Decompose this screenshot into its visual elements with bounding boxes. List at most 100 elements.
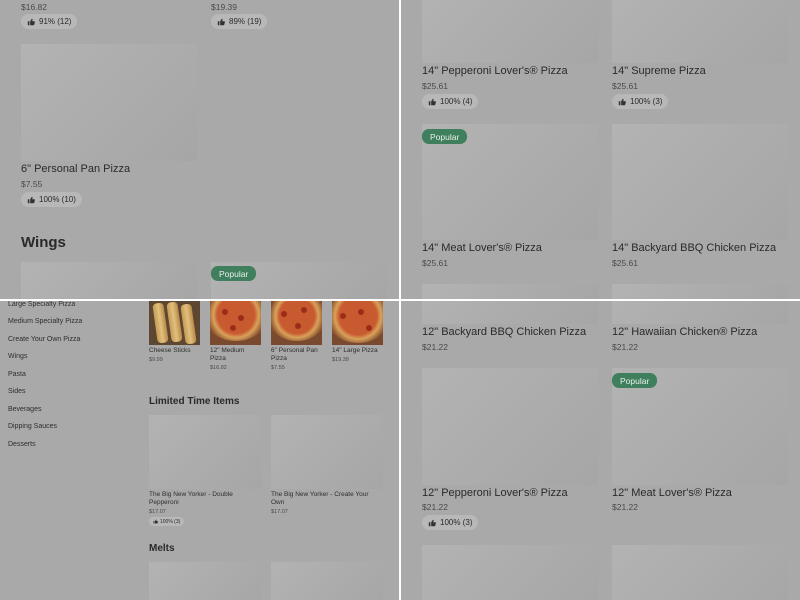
rating-text: 91% (12) bbox=[39, 17, 72, 26]
item-price: $21.22 bbox=[612, 502, 638, 512]
item-image[interactable] bbox=[612, 124, 788, 240]
personal-pan-pizza-image[interactable] bbox=[271, 301, 322, 345]
rating-pill: 100% (3) bbox=[422, 515, 479, 530]
pepperoni-shape bbox=[340, 313, 346, 319]
popular-badge: Popular bbox=[612, 373, 658, 388]
item-price: $25.61 bbox=[422, 81, 448, 91]
item-name[interactable]: Cheese Sticks bbox=[149, 347, 201, 355]
thumbs-up-icon bbox=[27, 196, 35, 203]
pizza-shape bbox=[332, 301, 383, 343]
item-name[interactable]: 12" Backyard BBQ Chicken Pizza bbox=[422, 326, 586, 338]
thumbs-up-icon bbox=[428, 519, 436, 526]
stick-shape bbox=[180, 303, 197, 345]
item-price: $9.99 bbox=[149, 357, 163, 363]
rating-pill: 89% (19) bbox=[211, 14, 268, 29]
bottom-left-panel: Large Specialty Pizza Medium Specialty P… bbox=[0, 301, 399, 600]
thumbs-up-icon bbox=[618, 98, 626, 105]
rating-text: 100% (10) bbox=[39, 195, 76, 204]
rating-text: 89% (19) bbox=[229, 17, 262, 26]
horizontal-divider bbox=[0, 299, 800, 301]
item-image[interactable] bbox=[271, 562, 383, 600]
large-pizza-image[interactable] bbox=[332, 301, 383, 345]
section-title-wings: Wings bbox=[21, 234, 66, 251]
pepperoni-shape bbox=[238, 315, 244, 321]
item-price: $17.07 bbox=[149, 509, 166, 515]
item-image[interactable] bbox=[422, 368, 598, 485]
item-name[interactable]: 6" Personal Pan Pizza bbox=[271, 347, 323, 363]
item-name[interactable]: The Big New Yorker - Double Pepperoni bbox=[149, 491, 259, 507]
thumbs-up-icon bbox=[428, 98, 436, 105]
item-image[interactable] bbox=[422, 284, 598, 299]
rating-text: 100% (4) bbox=[440, 97, 473, 106]
rating-text: 100% (3) bbox=[440, 518, 473, 527]
rating-pill: 100% (10) bbox=[21, 192, 82, 207]
item-name[interactable]: 14" Backyard BBQ Chicken Pizza bbox=[612, 242, 776, 254]
item-price: $19.39 bbox=[211, 2, 237, 12]
pizza-shape bbox=[210, 301, 261, 341]
section-title-limited-time-items: Limited Time Items bbox=[149, 396, 240, 407]
top-left-panel: $16.82 91% (12) $19.39 89% (19) 6" Perso… bbox=[0, 0, 399, 299]
pepperoni-shape bbox=[230, 325, 236, 331]
item-name[interactable]: 14" Supreme Pizza bbox=[612, 65, 706, 77]
item-name[interactable]: 14" Large Pizza bbox=[332, 347, 384, 355]
item-image[interactable] bbox=[21, 262, 197, 299]
thumbs-up-icon bbox=[27, 18, 35, 25]
item-image[interactable] bbox=[612, 301, 788, 324]
item-name[interactable]: The Big New Yorker - Create Your Own bbox=[271, 491, 381, 507]
item-price: $25.61 bbox=[612, 258, 638, 268]
item-name[interactable]: 12" Pepperoni Lover's® Pizza bbox=[422, 487, 568, 499]
item-image[interactable] bbox=[149, 415, 261, 489]
item-image[interactable] bbox=[422, 0, 598, 63]
pepperoni-shape bbox=[358, 309, 364, 315]
item-price: $21.22 bbox=[422, 342, 448, 352]
item-name[interactable]: 14" Pepperoni Lover's® Pizza bbox=[422, 65, 568, 77]
popular-badge: Popular bbox=[211, 266, 257, 281]
item-name[interactable]: 6" Personal Pan Pizza bbox=[21, 163, 130, 175]
item-image[interactable] bbox=[149, 562, 261, 600]
sidebar-item-desserts[interactable]: Desserts bbox=[8, 441, 36, 448]
sidebar-item-create-your-own-pizza[interactable]: Create Your Own Pizza bbox=[8, 336, 80, 343]
item-image[interactable] bbox=[271, 415, 383, 489]
bottom-right-panel: 12" Backyard BBQ Chicken Pizza 12" Hawai… bbox=[401, 301, 800, 600]
sidebar-item-large-specialty-pizza[interactable]: Large Specialty Pizza bbox=[8, 301, 75, 308]
item-name[interactable]: 14" Meat Lover's® Pizza bbox=[422, 242, 542, 254]
cheese-sticks-image[interactable] bbox=[149, 301, 200, 345]
pepperoni-shape bbox=[366, 325, 372, 331]
rating-text: 100% (3) bbox=[630, 97, 663, 106]
sidebar-item-pasta[interactable]: Pasta bbox=[8, 371, 26, 378]
sidebar-item-beverages[interactable]: Beverages bbox=[8, 406, 41, 413]
item-price: $19.39 bbox=[332, 357, 349, 363]
item-name[interactable]: 12" Hawaiian Chicken® Pizza bbox=[612, 326, 757, 338]
thumbs-up-icon bbox=[217, 18, 225, 25]
rating-pill: 91% (12) bbox=[21, 14, 78, 29]
rating-pill: 100% (3) bbox=[149, 517, 185, 526]
item-price: $7.55 bbox=[271, 365, 285, 371]
item-name[interactable]: 12" Meat Lover's® Pizza bbox=[612, 487, 732, 499]
section-title-melts: Melts bbox=[149, 543, 175, 554]
item-image[interactable] bbox=[21, 44, 197, 161]
sidebar-item-dipping-sauces[interactable]: Dipping Sauces bbox=[8, 423, 57, 430]
item-price: $16.82 bbox=[21, 2, 47, 12]
pepperoni-shape bbox=[295, 323, 301, 329]
popular-badge: Popular bbox=[422, 129, 468, 144]
top-right-panel: 14" Pepperoni Lover's® Pizza 14" Supreme… bbox=[401, 0, 800, 299]
item-image[interactable] bbox=[612, 0, 788, 63]
pepperoni-shape bbox=[301, 307, 307, 313]
item-price: $21.22 bbox=[612, 342, 638, 352]
sidebar-item-medium-specialty-pizza[interactable]: Medium Specialty Pizza bbox=[8, 318, 82, 325]
item-image[interactable] bbox=[612, 284, 788, 299]
medium-pizza-image[interactable] bbox=[210, 301, 261, 345]
pepperoni-shape bbox=[281, 311, 287, 317]
item-price: $17.07 bbox=[271, 509, 288, 515]
item-image[interactable] bbox=[612, 545, 788, 600]
pepperoni-shape bbox=[222, 309, 228, 315]
sidebar-item-sides[interactable]: Sides bbox=[8, 388, 26, 395]
sidebar-item-wings[interactable]: Wings bbox=[8, 353, 27, 360]
item-price: $21.22 bbox=[422, 502, 448, 512]
item-name[interactable]: 12" Medium Pizza bbox=[210, 347, 262, 363]
item-price: $25.61 bbox=[422, 258, 448, 268]
rating-pill: 100% (4) bbox=[422, 94, 479, 109]
item-image[interactable] bbox=[422, 545, 598, 600]
item-price: $25.61 bbox=[612, 81, 638, 91]
item-image[interactable] bbox=[422, 301, 598, 324]
